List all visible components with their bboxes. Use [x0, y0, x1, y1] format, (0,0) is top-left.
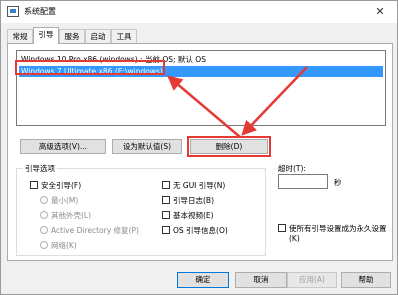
base-video-option[interactable]: 基本视频(E)	[162, 211, 214, 220]
tab-services[interactable]: 服务	[59, 29, 85, 43]
no-gui-boot-option[interactable]: 无 GUI 引导(N)	[162, 181, 225, 190]
make-permanent-label: 使所有引导设置成为永久设置(K)	[289, 224, 387, 243]
active-directory-option[interactable]: Active Directory 修复(P)	[40, 226, 139, 235]
title-bar: 系统配置 ✕	[1, 1, 397, 23]
active-directory-radio[interactable]	[40, 226, 48, 234]
minimal-option[interactable]: 最小(M)	[40, 196, 78, 205]
no-gui-boot-checkbox[interactable]	[162, 181, 170, 189]
boot-options-label: 引导选项	[23, 163, 57, 174]
tab-startup[interactable]: 启动	[85, 29, 111, 43]
base-video-label: 基本视频(E)	[173, 211, 214, 220]
minimal-label: 最小(M)	[51, 196, 79, 205]
boot-log-option[interactable]: 引导日志(B)	[162, 196, 214, 205]
set-default-button[interactable]: 设为默认值(S)	[112, 139, 182, 154]
system-config-window: 系统配置 ✕ 常规 引导 服务 启动 工具 Windows 10 Pro x86…	[0, 0, 398, 295]
active-directory-label: Active Directory 修复(P)	[51, 226, 139, 235]
os-boot-info-label: OS 引导信息(O)	[173, 226, 228, 235]
os-boot-info-option[interactable]: OS 引导信息(O)	[162, 226, 228, 235]
alternate-shell-label: 其他外壳(L)	[51, 211, 92, 220]
close-button[interactable]: ✕	[365, 1, 395, 23]
base-video-checkbox[interactable]	[162, 211, 170, 219]
tab-general[interactable]: 常规	[7, 29, 33, 43]
boot-log-label: 引导日志(B)	[173, 196, 214, 205]
alternate-shell-radio[interactable]	[40, 211, 48, 219]
safe-boot-label: 安全引导(F)	[41, 181, 82, 190]
minimal-radio[interactable]	[40, 196, 48, 204]
network-label: 网络(K)	[51, 241, 77, 250]
advanced-options-button[interactable]: 高级选项(V)...	[20, 139, 106, 154]
ok-button[interactable]: 确定	[177, 272, 229, 288]
cancel-button[interactable]: 取消	[235, 272, 287, 288]
alternate-shell-option[interactable]: 其他外壳(L)	[40, 211, 91, 220]
safe-boot-option[interactable]: 安全引导(F)	[30, 181, 81, 190]
system-config-icon	[7, 6, 19, 17]
window-title: 系统配置	[24, 7, 56, 16]
seconds-label: 秒	[334, 178, 342, 187]
make-permanent-checkbox[interactable]	[278, 224, 286, 232]
safe-boot-checkbox[interactable]	[30, 181, 38, 189]
tab-boot[interactable]: 引导	[33, 27, 59, 44]
annotation-highlight-box	[187, 136, 271, 157]
make-permanent-option[interactable]	[278, 224, 289, 233]
tab-strip: 常规 引导 服务 启动 工具	[7, 27, 393, 44]
tab-tools[interactable]: 工具	[111, 29, 137, 43]
no-gui-boot-label: 无 GUI 引导(N)	[173, 181, 226, 190]
boot-tab-panel: Windows 10 Pro x86 (windows) : 当前 OS; 默认…	[7, 43, 393, 261]
apply-button[interactable]: 应用(A)	[287, 272, 337, 288]
annotation-os-item-box	[15, 60, 165, 75]
network-option[interactable]: 网络(K)	[40, 241, 77, 250]
os-boot-info-checkbox[interactable]	[162, 226, 170, 234]
timeout-label: 超时(T):	[278, 164, 306, 173]
boot-log-checkbox[interactable]	[162, 196, 170, 204]
help-button[interactable]: 帮助	[341, 272, 391, 288]
timeout-input[interactable]	[278, 174, 328, 189]
network-radio[interactable]	[40, 241, 48, 249]
